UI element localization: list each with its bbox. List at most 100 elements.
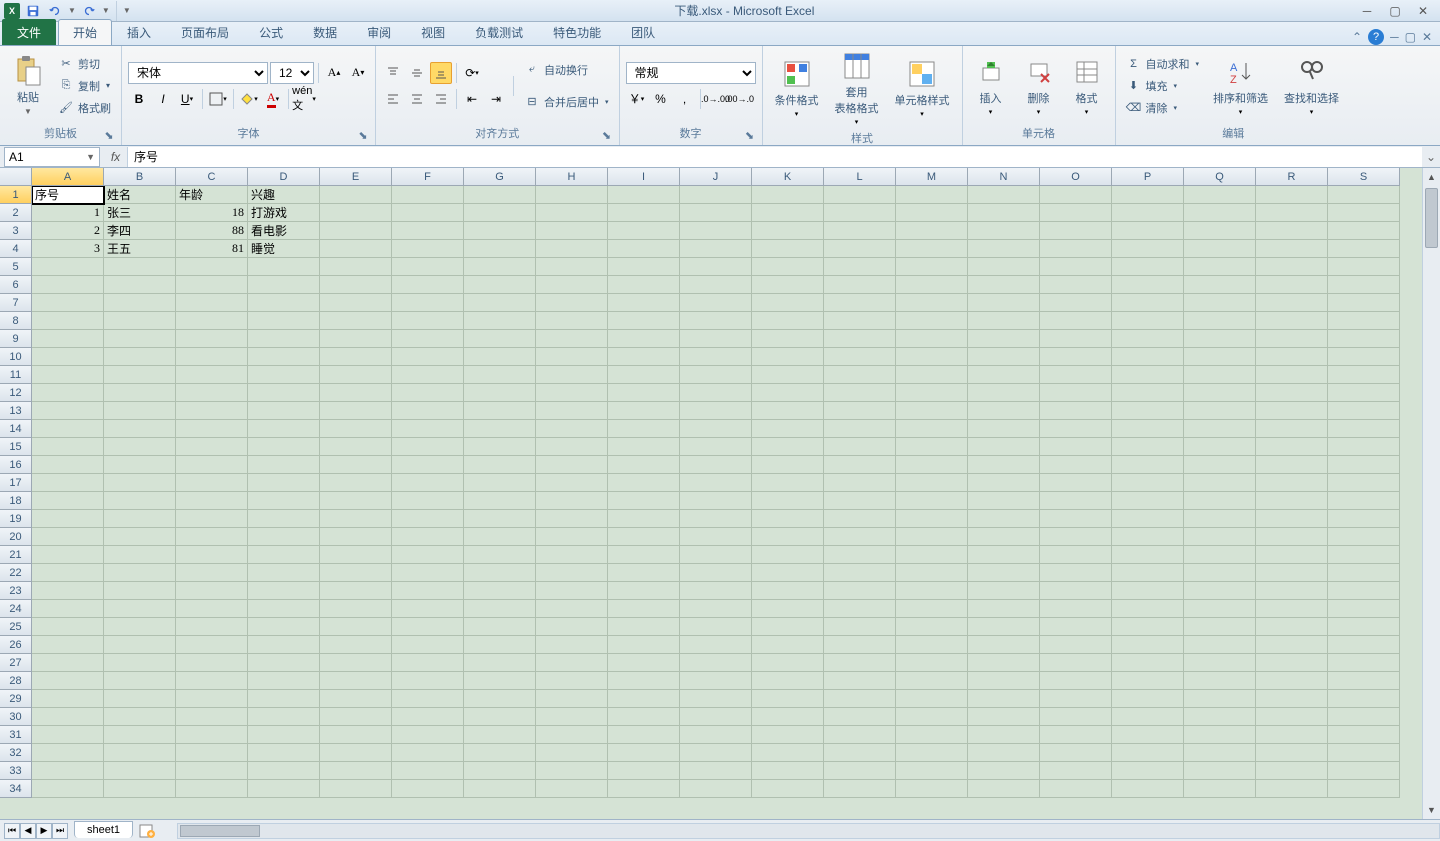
number-format-select[interactable]: 常规 [626, 62, 756, 84]
cell[interactable] [464, 240, 536, 258]
cell[interactable] [176, 600, 248, 618]
cell[interactable] [104, 762, 176, 780]
cell[interactable] [248, 510, 320, 528]
row-header[interactable]: 31 [0, 726, 32, 744]
cell[interactable] [32, 402, 104, 420]
cell[interactable] [176, 744, 248, 762]
cell[interactable] [680, 582, 752, 600]
cell[interactable] [1112, 258, 1184, 276]
cell[interactable] [680, 474, 752, 492]
cut-button[interactable]: ✂剪切 [54, 54, 115, 74]
cell[interactable] [608, 726, 680, 744]
name-box[interactable]: A1 ▼ [4, 147, 100, 167]
cell[interactable] [608, 744, 680, 762]
cell[interactable] [1112, 186, 1184, 204]
cell[interactable] [104, 564, 176, 582]
cell[interactable] [752, 204, 824, 222]
cell[interactable] [392, 204, 464, 222]
cell[interactable] [1256, 654, 1328, 672]
cell[interactable] [752, 366, 824, 384]
cell[interactable] [968, 492, 1040, 510]
cell[interactable] [176, 312, 248, 330]
row-header[interactable]: 25 [0, 618, 32, 636]
cell[interactable] [32, 510, 104, 528]
cell[interactable] [1184, 222, 1256, 240]
cell[interactable] [248, 654, 320, 672]
cell[interactable] [1040, 618, 1112, 636]
cell[interactable] [176, 258, 248, 276]
cell[interactable] [1112, 222, 1184, 240]
cell[interactable] [1040, 528, 1112, 546]
cell[interactable] [176, 582, 248, 600]
cell[interactable] [1256, 618, 1328, 636]
cell[interactable] [608, 258, 680, 276]
cell[interactable] [536, 456, 608, 474]
cell[interactable] [104, 384, 176, 402]
cell[interactable] [896, 762, 968, 780]
cell[interactable] [1040, 474, 1112, 492]
increase-indent-icon[interactable]: ⇥ [485, 88, 507, 110]
cell[interactable] [392, 528, 464, 546]
cell[interactable] [392, 366, 464, 384]
cell[interactable] [32, 384, 104, 402]
row-header[interactable]: 27 [0, 654, 32, 672]
cell[interactable] [1112, 528, 1184, 546]
cell[interactable] [32, 312, 104, 330]
cell[interactable] [968, 546, 1040, 564]
col-header[interactable]: O [1040, 168, 1112, 186]
cell[interactable] [1184, 312, 1256, 330]
cell[interactable] [32, 744, 104, 762]
delete-cells-button[interactable]: 删除▾ [1017, 54, 1061, 118]
cell[interactable] [752, 546, 824, 564]
col-header[interactable]: D [248, 168, 320, 186]
cell[interactable] [608, 528, 680, 546]
cell[interactable] [1328, 348, 1400, 366]
cell[interactable] [1256, 744, 1328, 762]
col-header[interactable]: I [608, 168, 680, 186]
cell[interactable] [968, 600, 1040, 618]
cell[interactable] [1040, 438, 1112, 456]
row-header[interactable]: 11 [0, 366, 32, 384]
cell[interactable] [248, 762, 320, 780]
cell[interactable] [392, 564, 464, 582]
cell[interactable] [1112, 600, 1184, 618]
cell[interactable] [104, 690, 176, 708]
cell[interactable] [320, 294, 392, 312]
cell[interactable] [680, 258, 752, 276]
cell[interactable] [608, 330, 680, 348]
save-button[interactable] [24, 2, 42, 20]
align-middle-icon[interactable] [406, 62, 428, 84]
cell[interactable] [32, 528, 104, 546]
cell[interactable] [1328, 690, 1400, 708]
cell[interactable] [248, 438, 320, 456]
cell[interactable] [1040, 186, 1112, 204]
cell[interactable] [104, 330, 176, 348]
tab-7[interactable]: 负载测试 [460, 19, 538, 45]
tab-9[interactable]: 团队 [616, 19, 670, 45]
cell[interactable] [392, 456, 464, 474]
cell[interactable] [32, 672, 104, 690]
cell[interactable] [104, 492, 176, 510]
cell[interactable] [536, 276, 608, 294]
cell[interactable] [176, 420, 248, 438]
cell[interactable] [104, 402, 176, 420]
cell[interactable] [752, 474, 824, 492]
cell[interactable] [680, 204, 752, 222]
cell[interactable] [608, 690, 680, 708]
row-header[interactable]: 32 [0, 744, 32, 762]
cell[interactable] [176, 510, 248, 528]
cell[interactable] [896, 384, 968, 402]
cell[interactable] [392, 492, 464, 510]
cell[interactable] [1256, 492, 1328, 510]
cell[interactable]: 兴趣 [248, 186, 320, 204]
cell[interactable] [176, 456, 248, 474]
row-header[interactable]: 19 [0, 510, 32, 528]
cell[interactable] [608, 384, 680, 402]
cell[interactable] [464, 546, 536, 564]
row-header[interactable]: 3 [0, 222, 32, 240]
cell[interactable] [32, 438, 104, 456]
sheet-tab[interactable]: sheet1 [74, 821, 133, 838]
cell[interactable] [1184, 618, 1256, 636]
cell[interactable] [32, 654, 104, 672]
cell[interactable] [1112, 636, 1184, 654]
